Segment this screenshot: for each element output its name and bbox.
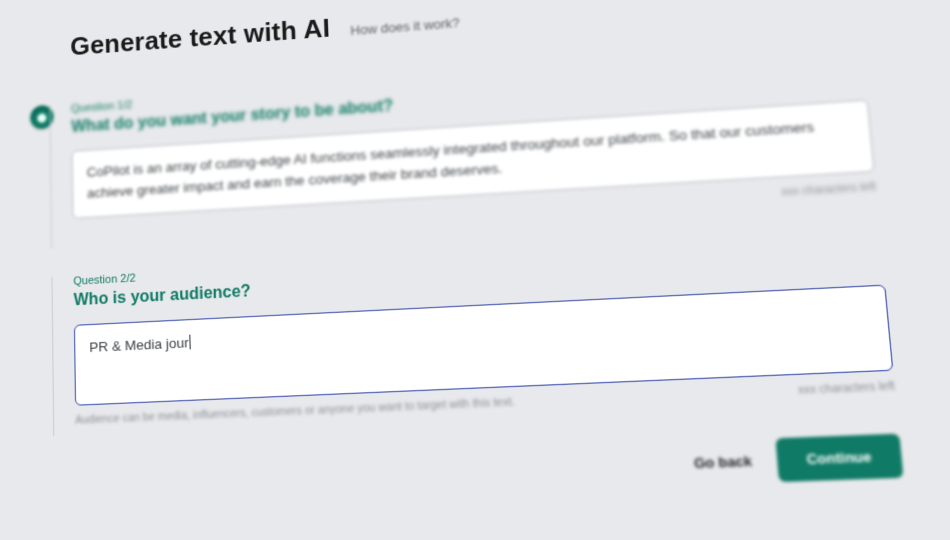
question-2-block: Question 2/2 Who is your audience? PR & …: [73, 224, 950, 427]
question-2-char-hint: xxx characters left: [797, 380, 895, 397]
audience-input-value: PR & Media jour: [89, 335, 189, 355]
text-cursor-icon: [190, 335, 191, 350]
vertical-rule: [50, 105, 53, 249]
footer-actions: Go back Continue: [76, 434, 904, 507]
how-does-it-work-link[interactable]: How does it work?: [350, 15, 460, 38]
vertical-rule: [51, 277, 54, 436]
question-1-block: Question 1/2 What do you want your story…: [71, 38, 950, 239]
continue-button[interactable]: Continue: [775, 434, 904, 482]
page-stage: Generate text with AI How does it work? …: [70, 0, 950, 506]
go-back-button[interactable]: Go back: [693, 453, 752, 472]
page-title: Generate text with AI: [70, 13, 331, 62]
